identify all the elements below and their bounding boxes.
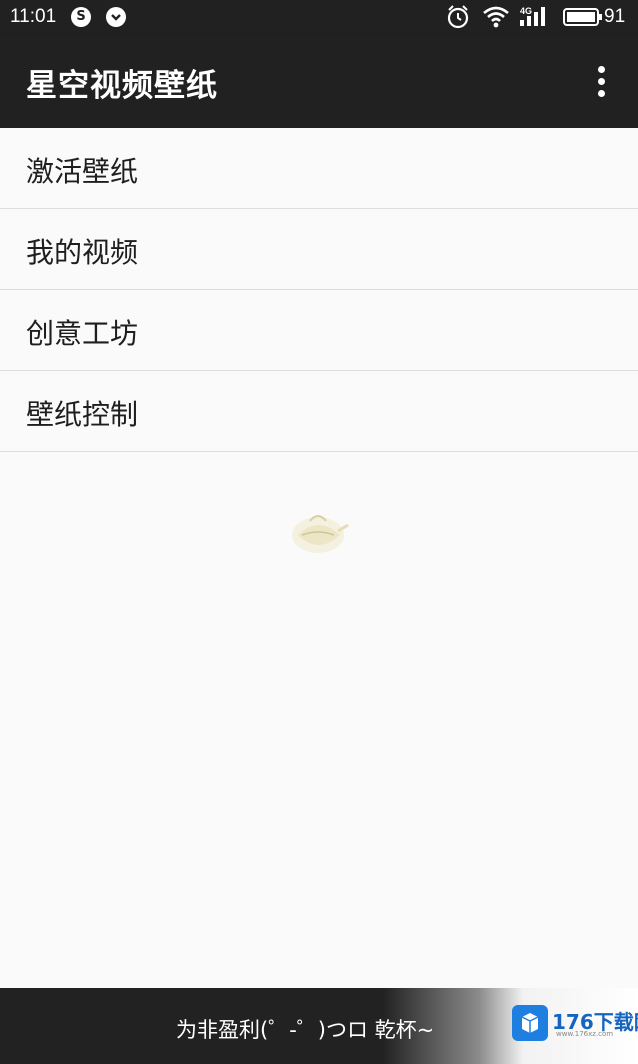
menu-item-my-videos[interactable]: 我的视频	[0, 209, 638, 290]
network-type-label: 4G	[520, 6, 532, 16]
more-vert-icon[interactable]	[586, 64, 618, 100]
logo-url: www.176xz.com	[556, 1030, 614, 1038]
alarm-icon	[446, 4, 470, 35]
signal-4g-icon: 4G	[518, 4, 552, 35]
download-icon	[106, 7, 126, 27]
battery-level: 91	[604, 6, 626, 27]
menu-item-creative-workshop[interactable]: 创意工坊	[0, 290, 638, 371]
status-bar: 11:01 S 4G 91	[0, 0, 638, 34]
menu-item-label: 壁纸控制	[26, 398, 139, 431]
menu-item-label: 创意工坊	[26, 317, 139, 350]
wifi-icon	[482, 4, 510, 35]
logo-box-icon	[512, 1005, 548, 1041]
watermark-logo: 176下载网 www.176xz.com	[512, 1003, 638, 1043]
banner-text: 为非盈利(゜-゜)つロ 乾杯~	[176, 1018, 435, 1042]
menu-list: 激活壁纸 我的视频 创意工坊 壁纸控制	[0, 128, 638, 452]
app-bar: 星空视频壁纸	[0, 34, 638, 128]
menu-item-activate-wallpaper[interactable]: 激活壁纸	[0, 128, 638, 209]
menu-item-wallpaper-control[interactable]: 壁纸控制	[0, 371, 638, 452]
teapot-icon	[288, 505, 350, 557]
battery-icon	[563, 4, 603, 35]
menu-item-label: 激活壁纸	[26, 155, 139, 188]
status-time: 11:01	[10, 6, 57, 27]
notification-s-icon: S	[71, 7, 91, 27]
app-screen: 11:01 S 4G 91 星空视频壁纸 激活壁纸 我的视频 创意工坊 壁纸控制…	[0, 0, 638, 1064]
menu-item-label: 我的视频	[26, 236, 139, 269]
app-title: 星空视频壁纸	[26, 68, 218, 104]
